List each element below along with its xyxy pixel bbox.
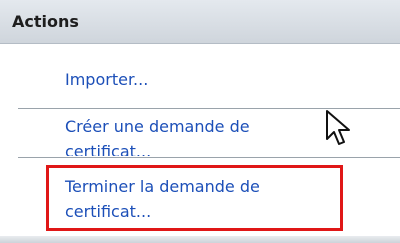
separator-2 [18, 157, 400, 158]
import-action-label: Importer... [65, 70, 149, 89]
import-action[interactable]: Importer... [65, 67, 148, 92]
mouse-pointer-icon [325, 109, 351, 153]
bottom-strip [0, 236, 400, 243]
actions-panel-title: Actions [12, 12, 79, 31]
create-request-action-label-line2: certificat... [65, 142, 152, 156]
actions-panel-header: Actions [0, 0, 400, 44]
highlight-box [46, 165, 343, 231]
create-request-action-clip: Créer une demande de certificat... [60, 111, 360, 156]
create-request-action-label-line1: Créer une demande de [65, 117, 250, 136]
actions-panel: Actions Importer... Créer une demande de… [0, 0, 400, 243]
create-request-action[interactable]: Créer une demande de certificat... [65, 114, 250, 156]
